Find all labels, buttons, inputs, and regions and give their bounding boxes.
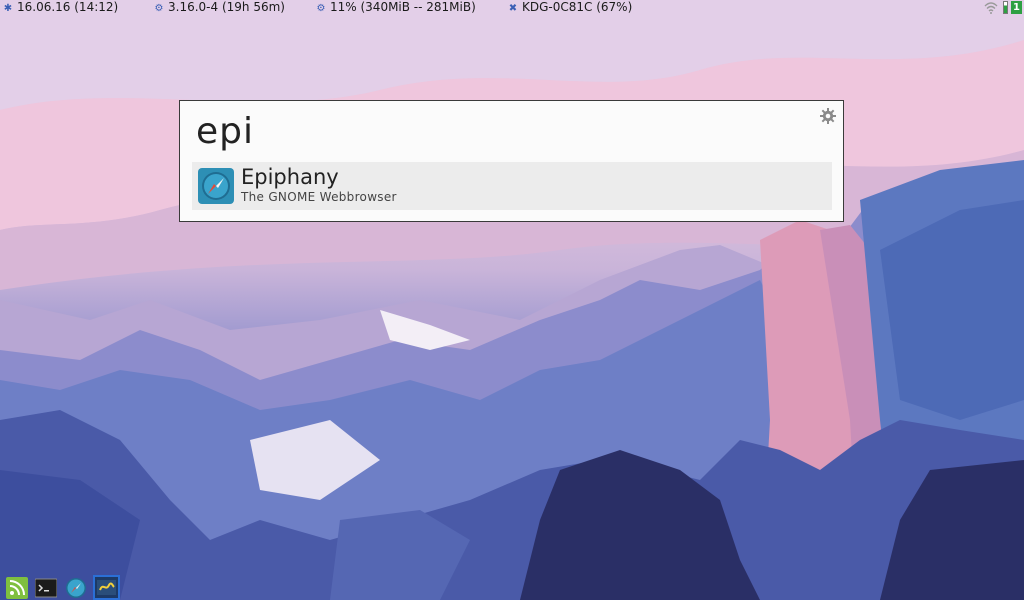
wifi-icon[interactable] (984, 1, 998, 14)
result-description: The GNOME Webbrowser (241, 190, 397, 204)
gear-icon: ⚙ (154, 3, 164, 14)
compass-icon[interactable] (65, 577, 87, 599)
workspace-indicator[interactable]: 1 (1011, 1, 1022, 14)
memory-text: 11% (340MiB -- 281MiB) (330, 0, 476, 14)
search-input[interactable]: epi (196, 111, 254, 152)
wallpaper-mountains (0, 0, 1024, 600)
top-status-bar: ✱ 16.06.16 (14:12) ⚙ 3.16.0-4 (19h 56m) ⚙ 1… (0, 0, 1024, 16)
result-item-epiphany[interactable]: Epiphany The GNOME Webbrowser (192, 162, 832, 210)
network-text: KDG-0C81C (67%) (522, 0, 633, 14)
kernel-uptime-text: 3.16.0-4 (19h 56m) (168, 0, 285, 14)
gear-icon[interactable] (819, 107, 837, 125)
star-icon: ✱ (3, 3, 13, 14)
terminal-icon[interactable] (35, 577, 57, 599)
datetime-status: ✱ 16.06.16 (14:12) (3, 0, 118, 16)
rss-feed-icon[interactable] (6, 577, 28, 599)
gear-icon: ⚙ (316, 3, 326, 14)
datetime-text: 16.06.16 (14:12) (17, 0, 119, 14)
memory-status: ⚙ 11% (340MiB -- 281MiB) (316, 0, 476, 16)
bottom-dock (0, 574, 130, 600)
app-switcher-icon (97, 580, 116, 595)
network-status: ✖ KDG-0C81C (67%) (508, 0, 632, 16)
app-switcher-button[interactable] (93, 575, 120, 600)
kernel-uptime-status: ⚙ 3.16.0-4 (19h 56m) (154, 0, 285, 16)
app-launcher: epi Epiphany The GNOME Webbrowser (179, 100, 844, 222)
desktop: ✱ 16.06.16 (14:12) ⚙ 3.16.0-4 (19h 56m) ⚙ 1… (0, 0, 1024, 600)
compass-icon (198, 168, 234, 204)
result-title: Epiphany (241, 165, 339, 189)
tools-icon: ✖ (508, 3, 518, 14)
battery-icon[interactable] (1003, 1, 1008, 14)
